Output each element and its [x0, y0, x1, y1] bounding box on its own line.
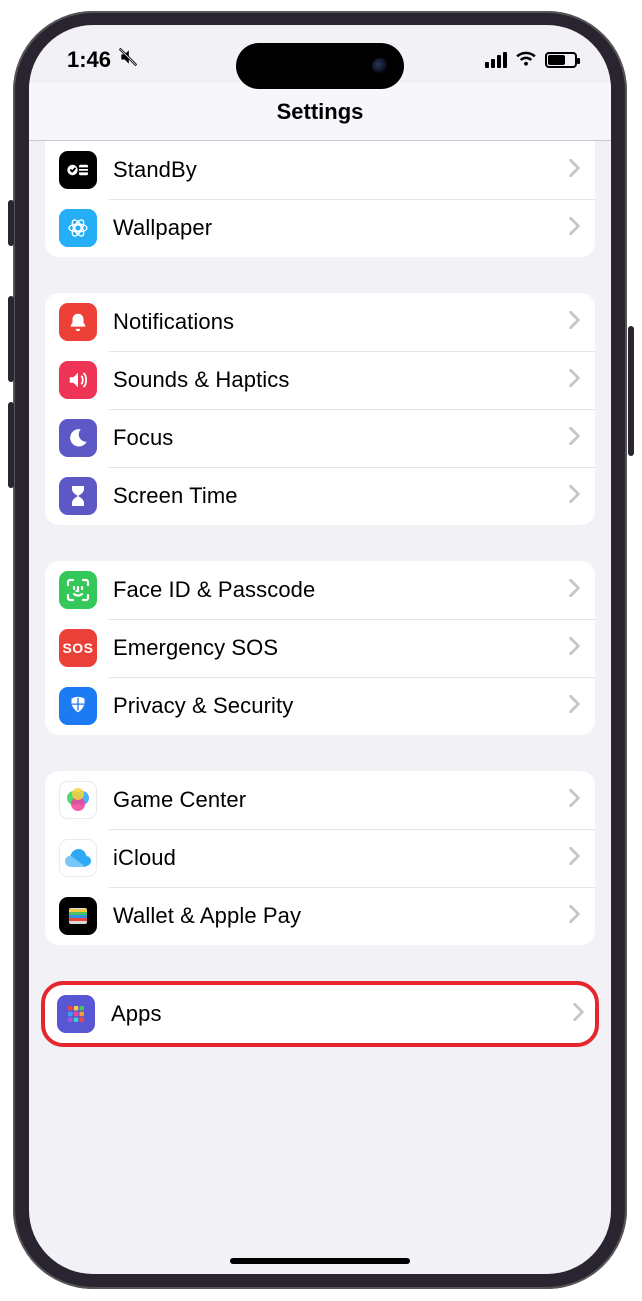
row-sos-label: Emergency SOS — [113, 635, 569, 661]
row-faceid-label: Face ID & Passcode — [113, 577, 569, 603]
nav-header: Settings — [29, 83, 611, 141]
sos-icon-text: SOS — [62, 640, 93, 656]
chevron-right-icon — [569, 579, 581, 602]
side-button-volume-up — [8, 296, 14, 382]
canvas: 1:46 — [0, 0, 642, 1301]
silent-mode-icon — [117, 47, 139, 73]
cellular-signal-icon — [485, 52, 507, 68]
row-standby[interactable]: StandBy — [45, 141, 595, 199]
screen-time-icon — [59, 477, 97, 515]
chevron-right-icon — [569, 159, 581, 182]
status-right — [485, 47, 577, 73]
row-wallet-label: Wallet & Apple Pay — [113, 903, 569, 929]
wallet-icon — [59, 897, 97, 935]
row-notifications-label: Notifications — [113, 309, 569, 335]
chevron-right-icon — [569, 695, 581, 718]
row-screentime[interactable]: Screen Time — [45, 467, 595, 525]
row-icloud[interactable]: iCloud — [45, 829, 595, 887]
settings-group-services: Game Center iCloud — [45, 771, 595, 945]
row-icloud-label: iCloud — [113, 845, 569, 871]
chevron-right-icon — [569, 217, 581, 240]
apps-icon — [57, 995, 95, 1033]
home-indicator[interactable] — [230, 1258, 410, 1264]
row-screentime-label: Screen Time — [113, 483, 569, 509]
chevron-right-icon — [573, 1003, 585, 1026]
dynamic-island — [236, 43, 404, 89]
wifi-icon — [515, 47, 537, 73]
side-button-power — [628, 326, 634, 456]
row-privacy-label: Privacy & Security — [113, 693, 569, 719]
chevron-right-icon — [569, 369, 581, 392]
chevron-right-icon — [569, 789, 581, 812]
status-left: 1:46 — [67, 47, 139, 73]
status-time: 1:46 — [67, 47, 111, 73]
settings-group-security: Face ID & Passcode SOS Emergency SOS — [45, 561, 595, 735]
settings-group-display: StandBy — [45, 141, 595, 257]
chevron-right-icon — [569, 485, 581, 508]
row-apps[interactable]: Apps — [45, 985, 595, 1043]
sounds-icon — [59, 361, 97, 399]
wallpaper-icon — [59, 209, 97, 247]
standby-icon — [59, 151, 97, 189]
row-wallpaper[interactable]: Wallpaper — [45, 199, 595, 257]
row-sounds[interactable]: Sounds & Haptics — [45, 351, 595, 409]
row-wallpaper-label: Wallpaper — [113, 215, 569, 241]
chevron-right-icon — [569, 637, 581, 660]
notifications-icon — [59, 303, 97, 341]
row-focus-label: Focus — [113, 425, 569, 451]
page-title: Settings — [277, 99, 364, 125]
settings-group-apps: Apps — [41, 981, 599, 1047]
settings-group-alerts: Notifications Sounds & Haptics — [45, 293, 595, 525]
row-gamecenter[interactable]: Game Center — [45, 771, 595, 829]
privacy-icon — [59, 687, 97, 725]
row-privacy[interactable]: Privacy & Security — [45, 677, 595, 735]
chevron-right-icon — [569, 427, 581, 450]
row-wallet[interactable]: Wallet & Apple Pay — [45, 887, 595, 945]
side-button-mute — [8, 200, 14, 246]
settings-list[interactable]: StandBy — [29, 141, 611, 1113]
chevron-right-icon — [569, 847, 581, 870]
row-faceid[interactable]: Face ID & Passcode — [45, 561, 595, 619]
chevron-right-icon — [569, 905, 581, 928]
side-button-volume-down — [8, 402, 14, 488]
battery-icon — [545, 52, 577, 68]
row-notifications[interactable]: Notifications — [45, 293, 595, 351]
focus-icon — [59, 419, 97, 457]
row-gamecenter-label: Game Center — [113, 787, 569, 813]
icloud-icon — [59, 839, 97, 877]
row-apps-label: Apps — [111, 1001, 573, 1027]
row-standby-label: StandBy — [113, 157, 569, 183]
row-focus[interactable]: Focus — [45, 409, 595, 467]
row-sos[interactable]: SOS Emergency SOS — [45, 619, 595, 677]
row-sounds-label: Sounds & Haptics — [113, 367, 569, 393]
chevron-right-icon — [569, 311, 581, 334]
phone-screen: 1:46 — [29, 25, 611, 1274]
sos-icon: SOS — [59, 629, 97, 667]
game-center-icon — [59, 781, 97, 819]
faceid-icon — [59, 571, 97, 609]
